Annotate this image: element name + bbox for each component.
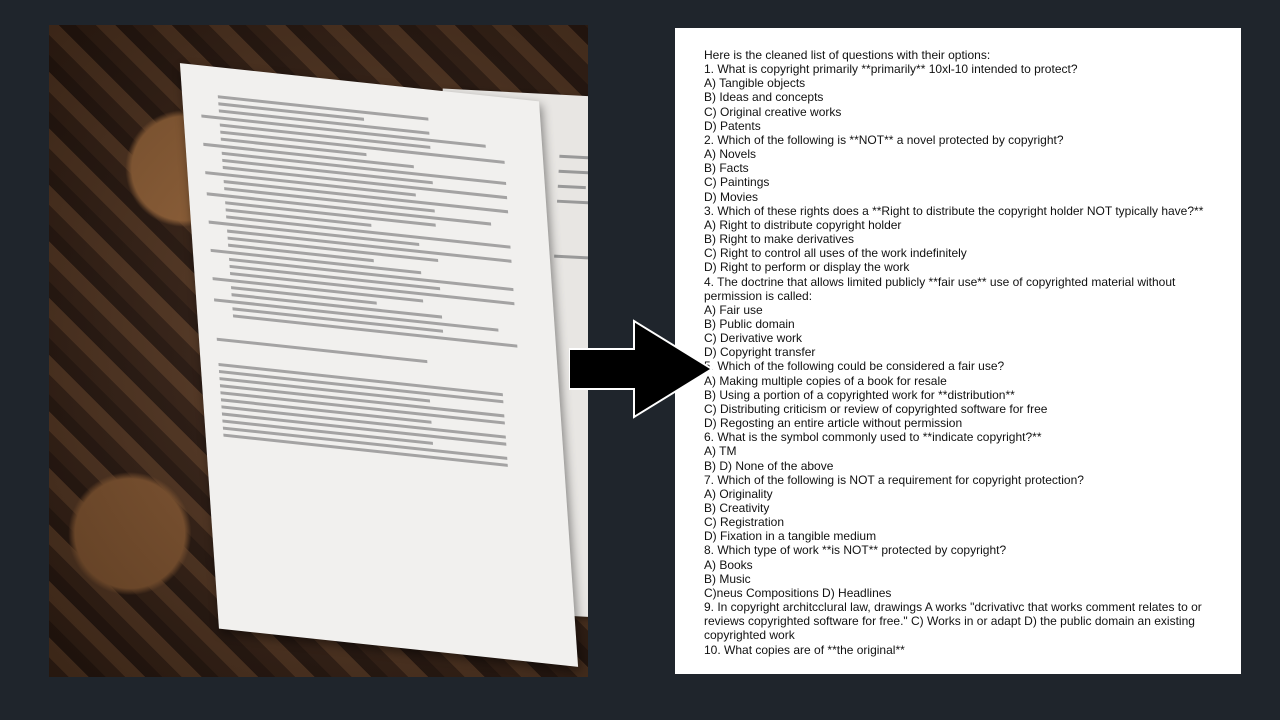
document-line: B) Creativity bbox=[704, 501, 770, 515]
document-line: 5. Which of the following could be consi… bbox=[704, 359, 1005, 374]
document-line: B) Public domain bbox=[704, 316, 795, 331]
document-line: D) Fixation in a tangible medium bbox=[704, 529, 877, 544]
document-line: 4. The doctrine that allows limited publ… bbox=[704, 274, 1176, 303]
document-line: C) Right to control all uses of the work… bbox=[704, 246, 967, 261]
document-line: 2. Which of the following is **NOT** a n… bbox=[704, 132, 1064, 147]
document-line: 10. What copies are of **the original** bbox=[704, 642, 905, 657]
right-arrow-icon bbox=[569, 319, 714, 419]
document-line: A) Right to distribute copyright holder bbox=[704, 217, 902, 232]
question-paper-sheet bbox=[179, 63, 579, 667]
document-line: C) Original creative works bbox=[704, 104, 842, 119]
document-line: B) Facts bbox=[704, 161, 749, 176]
document-line: 7. Which of the following is NOT a requi… bbox=[704, 472, 1084, 487]
document-line: B) Right to make derivatives bbox=[704, 232, 855, 247]
document-line: 1. What is copyright primarily **primari… bbox=[704, 62, 1078, 77]
cleaned-questions-text: Here is the cleaned list of questions wi… bbox=[704, 48, 1214, 657]
document-line: B) Using a portion of a copyrighted work… bbox=[704, 387, 1015, 402]
document-line: 3. Which of these rights does a **Right … bbox=[704, 203, 1204, 218]
document-line: C) Distributing criticism or review of c… bbox=[704, 401, 1048, 416]
document-line: Here is the cleaned list of questions wi… bbox=[704, 48, 991, 62]
document-line: A) TM bbox=[704, 444, 737, 459]
document-line: D) Right to perform or display the work bbox=[704, 260, 910, 275]
document-line: A) Books bbox=[704, 557, 753, 572]
document-line: C) Registration bbox=[704, 515, 785, 530]
cleaned-document-panel: Here is the cleaned list of questions wi… bbox=[675, 28, 1241, 674]
document-line: A) Originality bbox=[704, 486, 773, 501]
document-line: D) Movies bbox=[704, 189, 759, 204]
document-line: A) Novels bbox=[704, 147, 757, 162]
document-line: A) Making multiple copies of a book for … bbox=[704, 373, 947, 388]
document-line: B) Ideas and concepts bbox=[704, 90, 824, 105]
document-line: 6. What is the symbol commonly used to *… bbox=[704, 430, 1042, 445]
document-line: B) Music bbox=[704, 571, 751, 586]
document-line: D) Patents bbox=[704, 118, 761, 133]
document-line: 9. In copyright architcclural law, drawi… bbox=[704, 600, 1202, 643]
document-line: A) Tangible objects bbox=[704, 76, 806, 91]
document-line: B) D) None of the above bbox=[704, 458, 834, 473]
document-line: D) Copyright transfer bbox=[704, 345, 816, 360]
document-line: A) Fair use bbox=[704, 302, 763, 317]
document-line: 8. Which type of work **is NOT** protect… bbox=[704, 543, 1007, 558]
document-line: C) Paintings bbox=[704, 175, 770, 190]
document-line: D) Regosting an entire article without p… bbox=[704, 416, 963, 431]
scanned-document-photo bbox=[49, 25, 588, 677]
document-line: C) Derivative work bbox=[704, 331, 803, 346]
document-line: C)neus Compositions D) Headlines bbox=[704, 585, 892, 600]
